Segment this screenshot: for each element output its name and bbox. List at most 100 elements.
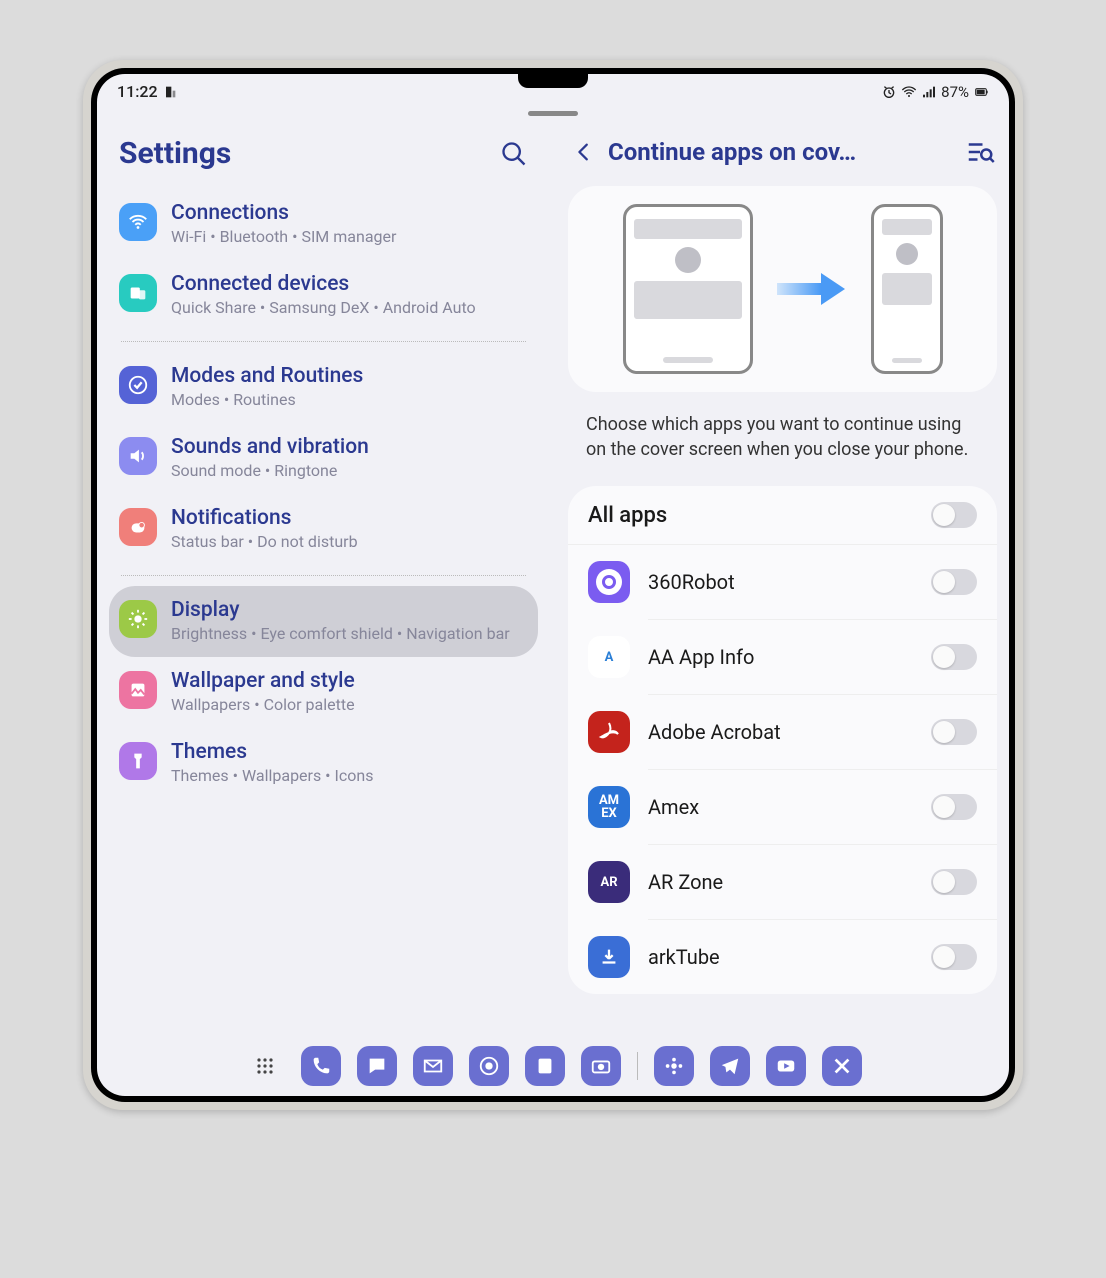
settings-item-text: Connections Wi-Fi • Bluetooth • SIM manag… [171,201,528,246]
device-frame: 11:22 87% Settings [83,60,1023,1110]
battery-percent: 87% [941,83,969,101]
arrow-icon [777,269,847,309]
chrome-app-icon[interactable] [469,1046,509,1086]
app-icon: AMEX [588,786,630,828]
telegram-app-icon[interactable] [710,1046,750,1086]
phone-app-icon[interactable] [301,1046,341,1086]
app-row[interactable]: Adobe Acrobat [568,695,997,769]
app-toggle[interactable] [931,869,977,895]
signal-icon [921,84,937,100]
app-label: AA App Info [648,645,913,669]
devices-icon [119,274,157,312]
search-filter-icon[interactable] [965,137,995,167]
status-right: 87% [881,83,989,101]
settings-item-title: Modes and Routines [171,364,528,388]
all-apps-toggle[interactable] [931,502,977,528]
settings-item-subtitle: Status bar • Do not disturb [171,532,528,551]
settings-item-title: Connections [171,201,528,225]
app-toggle[interactable] [931,719,977,745]
settings-item-title: Connected devices [171,272,528,296]
search-icon[interactable] [500,140,528,168]
notes-app-icon[interactable] [525,1046,565,1086]
settings-item-text: Wallpaper and style Wallpapers • Color pa… [171,669,528,714]
settings-item-connected-devices[interactable]: Connected devices Quick Share • Samsung D… [109,260,538,331]
settings-item-text: Themes Themes • Wallpapers • Icons [171,740,528,785]
gmail-app-icon[interactable] [413,1046,453,1086]
youtube-app-icon[interactable] [766,1046,806,1086]
app-icon: A [588,636,630,678]
brightness-icon [119,600,157,638]
battery-icon [973,84,989,100]
settings-item-notifications[interactable]: Notifications Status bar • Do not disturb [109,494,538,565]
detail-description: Choose which apps you want to continue u… [568,392,997,486]
detail-body[interactable]: Choose which apps you want to continue u… [560,186,1009,1038]
settings-item-title: Themes [171,740,528,764]
main-columns: Settings Connections Wi-Fi • Bluetooth • … [97,124,1009,1038]
all-apps-label: All apps [588,503,913,528]
phone-cover-illust [871,204,943,374]
apps-list: 360Robot A AA App Info Adobe Acrobat AMEXAme… [568,545,997,994]
settings-item-text: Sounds and vibrationSound mode • Rington… [171,435,528,480]
check-icon [119,366,157,404]
detail-title: Continue apps on cov… [608,138,957,166]
all-apps-row[interactable]: All apps [568,486,997,545]
app-row[interactable]: A AA App Info [568,620,997,694]
settings-item-text: Modes and Routines Modes • Routines [171,364,528,409]
app-toggle[interactable] [931,644,977,670]
settings-item-title: Notifications [171,506,528,530]
settings-item-connections[interactable]: Connections Wi-Fi • Bluetooth • SIM manag… [109,189,538,260]
settings-item-text: Connected devices Quick Share • Samsung D… [171,272,528,317]
messages-app-icon[interactable] [357,1046,397,1086]
detail-header: Continue apps on cov… [560,124,1009,186]
settings-item-subtitle: Modes • Routines [171,390,528,409]
settings-item-wallpaper-and-style[interactable]: Wallpaper and style Wallpapers • Color pa… [109,657,538,728]
app-row[interactable]: arkTube [568,920,997,994]
settings-list[interactable]: Connections Wi-Fi • Bluetooth • SIM manag… [97,189,546,799]
x-app-icon[interactable] [822,1046,862,1086]
app-toggle[interactable] [931,944,977,970]
settings-item-display[interactable]: Display Brightness • Eye comfort shield •… [109,586,538,657]
settings-item-title: Wallpaper and style [171,669,528,693]
sim-icon [162,84,178,100]
status-time: 11:22 [117,82,158,101]
app-toggle[interactable] [931,569,977,595]
settings-item-subtitle: Themes • Wallpapers • Icons [171,766,528,785]
app-row[interactable]: 360Robot [568,545,997,619]
gallery-app-icon[interactable] [654,1046,694,1086]
settings-item-text: Notifications Status bar • Do not disturb [171,506,528,551]
dock-separator [637,1052,638,1080]
app-icon: AR [588,861,630,903]
settings-item-subtitle: Brightness • Eye comfort shield • Naviga… [171,624,528,643]
app-label: arkTube [648,945,913,969]
settings-item-subtitle: Wi-Fi • Bluetooth • SIM manager [171,227,528,246]
back-button[interactable] [568,136,600,168]
settings-item-themes[interactable]: Themes Themes • Wallpapers • Icons [109,728,538,799]
app-row[interactable]: AMEXAmex [568,770,997,844]
settings-item-subtitle: Quick Share • Samsung DeX • Android Auto [171,298,528,317]
illustration-card [568,186,997,392]
drag-handle[interactable] [528,111,578,116]
camera-app-icon[interactable] [581,1046,621,1086]
app-icon [588,561,630,603]
hinge-notch [518,74,588,88]
app-toggle[interactable] [931,794,977,820]
settings-title: Settings [119,136,500,171]
wallpaper-icon [119,671,157,709]
phone-main-illust [623,204,753,374]
app-row[interactable]: ARAR Zone [568,845,997,919]
app-drawer-icon[interactable] [245,1046,285,1086]
apps-card: All apps 360Robot A AA App Info Adobe Acrob… [568,486,997,994]
settings-item-modes-and-routines[interactable]: Modes and Routines Modes • Routines [109,352,538,423]
settings-item-text: Display Brightness • Eye comfort shield •… [171,598,528,643]
notif-icon [119,508,157,546]
themes-icon [119,742,157,780]
settings-item-subtitle: Wallpapers • Color palette [171,695,528,714]
settings-divider [121,575,526,576]
wifi-icon [119,203,157,241]
app-icon [588,711,630,753]
wifi-icon [901,84,917,100]
settings-header: Settings [97,124,546,189]
settings-item-title: Display [171,598,528,622]
app-label: Adobe Acrobat [648,720,913,744]
settings-item-sounds-and-vibration[interactable]: Sounds and vibrationSound mode • Rington… [109,423,538,494]
